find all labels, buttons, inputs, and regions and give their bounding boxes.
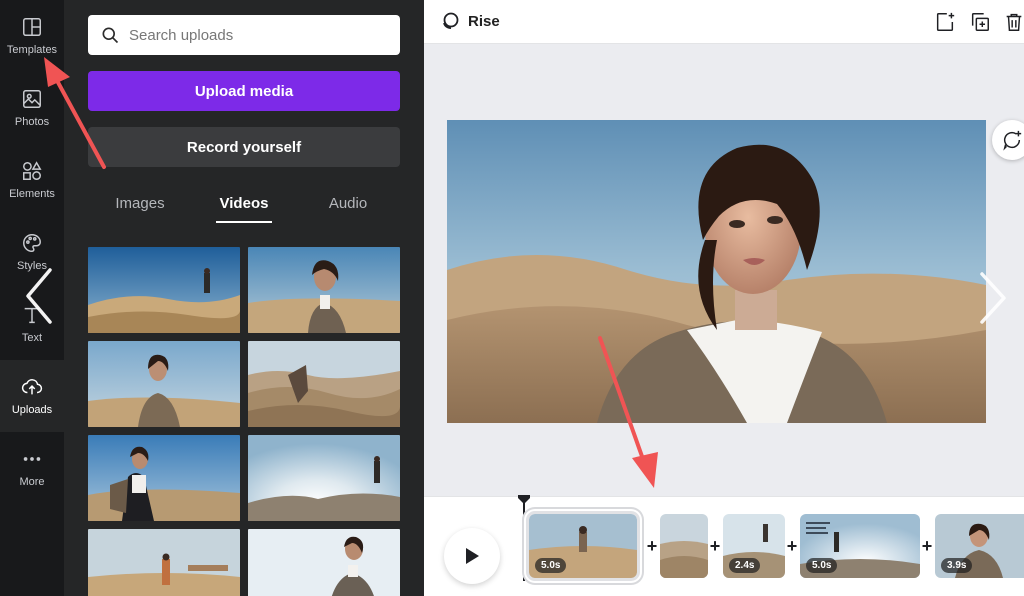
app-window: Templates Photos Elements Styles Text Up… xyxy=(0,0,1024,596)
animation-label: Rise xyxy=(468,12,500,30)
rail-label: Text xyxy=(21,332,43,344)
animation-icon xyxy=(443,12,459,29)
clip-duration: 2.4s xyxy=(729,558,761,573)
rail-label: More xyxy=(19,476,45,488)
add-transition-button[interactable]: + xyxy=(783,537,801,555)
rail-item-elements[interactable]: Elements xyxy=(0,144,64,216)
clip-duration: 5.0s xyxy=(535,558,567,573)
templates-icon xyxy=(23,18,41,36)
clip-duration: 5.0s xyxy=(806,558,838,573)
add-page-icon xyxy=(936,12,955,31)
rail-label: Photos xyxy=(14,116,50,128)
search-input[interactable] xyxy=(129,26,389,44)
uploads-panel: Upload media Record yourself Images Vide… xyxy=(64,0,424,596)
video-thumbnail[interactable] xyxy=(248,247,400,333)
rail-item-photos[interactable]: Photos xyxy=(0,72,64,144)
search-icon xyxy=(102,27,119,44)
record-yourself-button[interactable]: Record yourself xyxy=(88,127,400,167)
trash-icon xyxy=(1006,13,1022,31)
search-box[interactable] xyxy=(88,15,400,55)
add-transition-button[interactable]: + xyxy=(643,537,661,555)
photos-icon xyxy=(23,90,41,108)
play-icon xyxy=(466,548,479,564)
add-transition-button[interactable]: + xyxy=(706,537,724,555)
add-transition-button[interactable]: + xyxy=(918,537,936,555)
video-thumbnail[interactable] xyxy=(248,529,400,596)
add-comment-button[interactable] xyxy=(992,120,1024,160)
timeline: 5.0s + + 2.4s + 5.0s + 3.9s xyxy=(424,495,1024,596)
timeline-clip[interactable]: 5.0s xyxy=(800,514,920,578)
tab-audio[interactable]: Audio xyxy=(296,183,400,223)
timeline-clip[interactable] xyxy=(660,514,708,578)
playhead[interactable] xyxy=(523,497,525,581)
upload-media-button[interactable]: Upload media xyxy=(88,71,400,111)
timeline-clip[interactable]: 5.0s xyxy=(526,511,640,581)
animation-button[interactable]: Rise xyxy=(440,11,500,31)
rail-label: Templates xyxy=(6,44,58,56)
editor-toolbar: Rise xyxy=(424,0,1024,44)
rail-label: Uploads xyxy=(11,404,53,416)
rail-item-templates[interactable]: Templates xyxy=(0,0,64,72)
chevron-left-icon[interactable] xyxy=(20,264,60,328)
elements-icon xyxy=(23,161,42,180)
uploads-icon xyxy=(21,379,43,395)
add-page-button[interactable] xyxy=(934,11,956,33)
video-thumbnail[interactable] xyxy=(88,435,240,521)
duplicate-page-button[interactable] xyxy=(969,11,991,33)
rail-item-more[interactable]: More xyxy=(0,432,64,504)
video-thumbnail[interactable] xyxy=(88,247,240,333)
video-thumbnail[interactable] xyxy=(88,341,240,427)
tab-images[interactable]: Images xyxy=(88,183,192,223)
tab-videos[interactable]: Videos xyxy=(192,183,296,223)
rail-item-uploads[interactable]: Uploads xyxy=(0,360,64,432)
chevron-right-icon[interactable] xyxy=(972,268,1012,328)
timeline-clip[interactable]: 3.9s xyxy=(935,514,1024,578)
playhead-marker-icon[interactable] xyxy=(517,495,531,505)
duplicate-icon xyxy=(971,13,989,31)
editor-area: Rise 5.0s + + 2.4s + 5.0s + 3.9s xyxy=(424,0,1024,596)
video-thumbnail[interactable] xyxy=(248,435,400,521)
design-canvas[interactable] xyxy=(447,120,986,423)
styles-icon xyxy=(23,234,41,252)
video-thumbnail[interactable] xyxy=(88,529,240,596)
media-tabs: Images Videos Audio xyxy=(88,183,400,223)
delete-page-button[interactable] xyxy=(1003,11,1024,33)
timeline-clip[interactable]: 2.4s xyxy=(723,514,785,578)
play-button[interactable] xyxy=(444,528,500,584)
more-icon xyxy=(23,457,41,461)
rail-label: Elements xyxy=(9,188,55,200)
comment-icon xyxy=(1003,130,1022,151)
clip-duration: 3.9s xyxy=(941,558,973,573)
video-thumbnail[interactable] xyxy=(248,341,400,427)
